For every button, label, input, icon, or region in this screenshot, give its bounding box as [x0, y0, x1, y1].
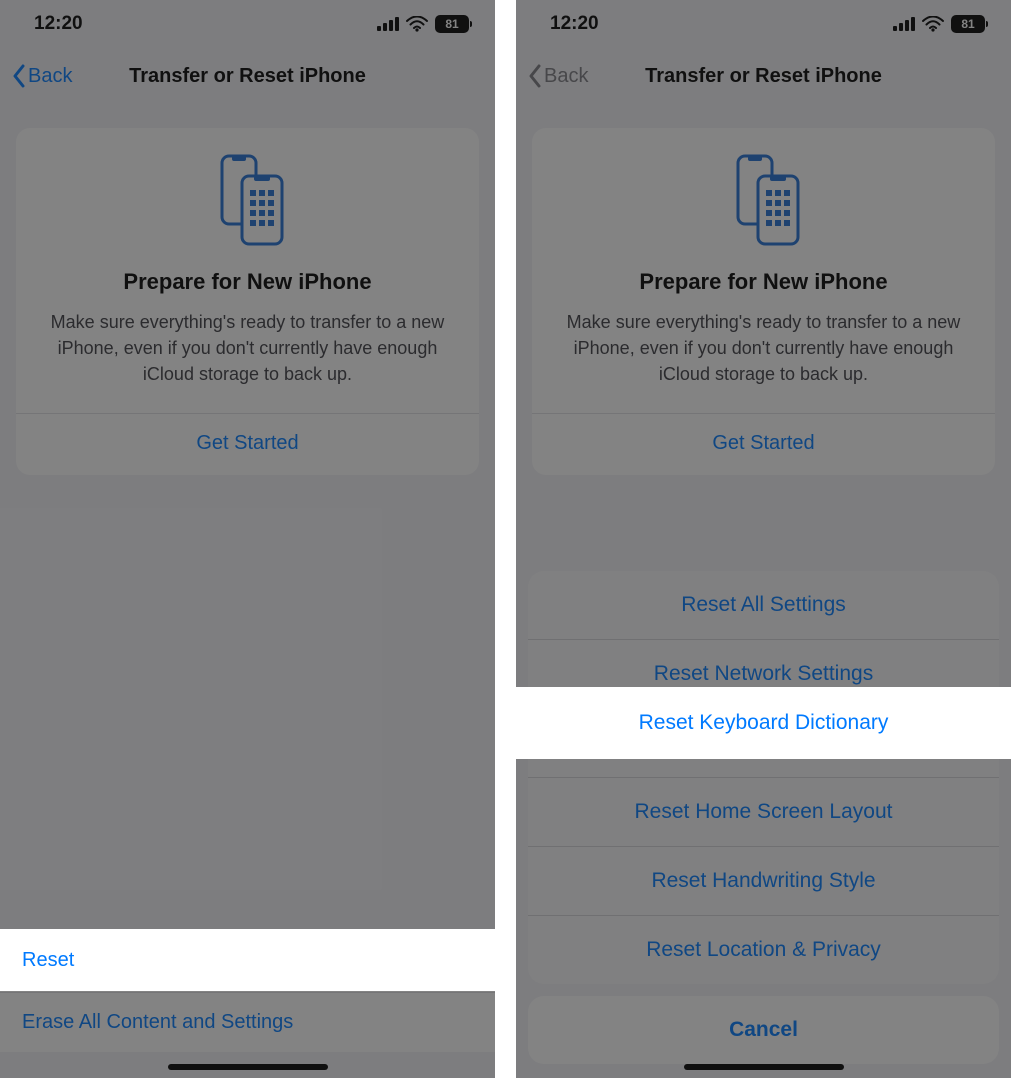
chevron-left-icon	[528, 64, 542, 88]
back-label: Back	[28, 65, 72, 88]
two-phones-icon	[208, 154, 288, 246]
sheet-reset-all[interactable]: Reset All Settings	[528, 571, 999, 639]
nav-title: Transfer or Reset iPhone	[516, 65, 1011, 88]
get-started-button[interactable]: Get Started	[552, 414, 975, 475]
wifi-icon	[406, 16, 428, 32]
home-indicator	[168, 1064, 328, 1070]
battery-level: 81	[961, 17, 974, 31]
reset-row-highlight[interactable]: Reset	[0, 929, 495, 991]
battery-level: 81	[445, 17, 458, 31]
sheet-cancel-button[interactable]: Cancel	[528, 996, 999, 1064]
cellular-icon	[893, 17, 915, 31]
battery-icon: 81	[435, 15, 469, 33]
reset-action-sheet: Reset All Settings Reset Network Setting…	[528, 571, 999, 1064]
status-bar: 12:20 81	[516, 0, 1011, 48]
card-title: Prepare for New iPhone	[552, 269, 975, 295]
sheet-reset-keyboard-highlight[interactable]: Reset Keyboard Dictionary	[516, 687, 1011, 759]
sheet-options-group: Reset All Settings Reset Network Setting…	[528, 571, 999, 984]
wifi-icon	[922, 16, 944, 32]
battery-icon: 81	[951, 15, 985, 33]
back-button[interactable]: Back	[12, 64, 72, 88]
status-time: 12:20	[550, 13, 599, 35]
back-label: Back	[544, 65, 588, 88]
chevron-left-icon	[12, 64, 26, 88]
sheet-reset-location[interactable]: Reset Location & Privacy	[528, 915, 999, 984]
card-desc: Make sure everything's ready to transfer…	[552, 309, 975, 387]
cellular-icon	[377, 17, 399, 31]
erase-row[interactable]: Erase All Content and Settings	[0, 992, 495, 1052]
sheet-reset-handwriting[interactable]: Reset Handwriting Style	[528, 846, 999, 915]
nav-title: Transfer or Reset iPhone	[0, 65, 495, 88]
nav-bar: Back Transfer or Reset iPhone	[0, 48, 495, 104]
status-icons: 81	[377, 15, 469, 33]
nav-bar: Back Transfer or Reset iPhone	[516, 48, 1011, 104]
home-indicator	[684, 1064, 844, 1070]
card-desc: Make sure everything's ready to transfer…	[36, 309, 459, 387]
screenshot-left: 12:20 81 Back Transfer or Reset iPhone	[0, 0, 495, 1078]
card-title: Prepare for New iPhone	[36, 269, 459, 295]
screenshot-divider	[495, 0, 516, 1078]
prepare-card: Prepare for New iPhone Make sure everyth…	[532, 128, 995, 475]
prepare-card: Prepare for New iPhone Make sure everyth…	[16, 128, 479, 475]
screenshot-right: 12:20 81 Back Transfer or Reset iPhone	[516, 0, 1011, 1078]
sheet-reset-home[interactable]: Reset Home Screen Layout	[528, 777, 999, 846]
status-time: 12:20	[34, 13, 83, 35]
status-bar: 12:20 81	[0, 0, 495, 48]
get-started-button[interactable]: Get Started	[36, 414, 459, 475]
status-icons: 81	[893, 15, 985, 33]
back-button[interactable]: Back	[528, 64, 588, 88]
two-phones-icon	[724, 154, 804, 246]
